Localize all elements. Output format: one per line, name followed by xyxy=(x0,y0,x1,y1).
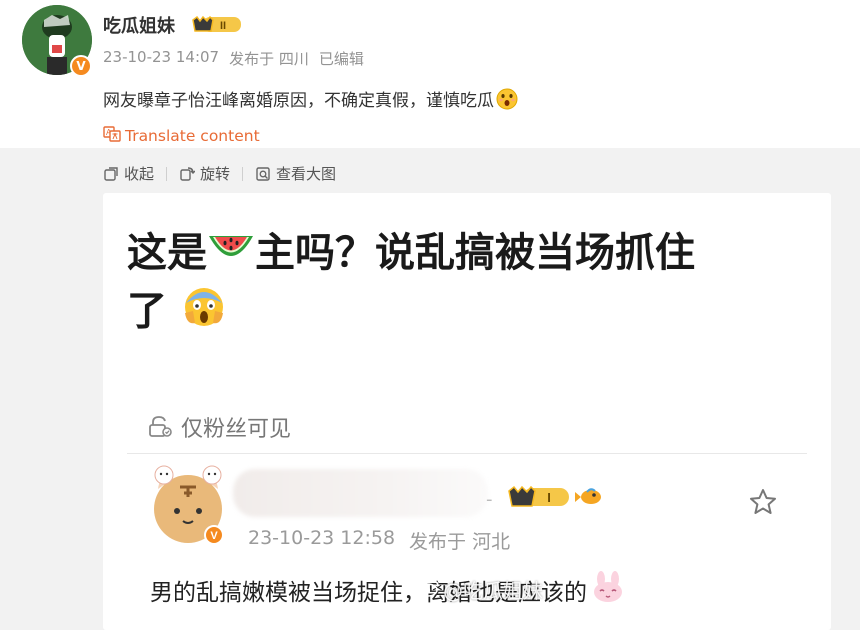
bunny-emoji-icon xyxy=(591,571,625,609)
view-large-label[interactable]: 查看大图 xyxy=(276,163,336,184)
translate-link[interactable]: A Translate content xyxy=(103,125,260,147)
post-image[interactable]: 这是 主吗？说乱搞被当场抓住 了 仅粉丝可见 V - I 23-10-23 12… xyxy=(103,193,831,630)
post-timestamp[interactable]: 23-10-23 14:07 xyxy=(103,48,219,69)
translate-label[interactable]: Translate content xyxy=(125,127,260,145)
view-large-button[interactable]: 查看大图 xyxy=(255,163,336,184)
image-title: 这是 主吗？说乱搞被当场抓住 了 xyxy=(127,225,817,344)
commenter-badges: I xyxy=(505,483,605,511)
scream-emoji-icon xyxy=(181,283,227,344)
star-icon[interactable] xyxy=(748,487,778,517)
rotate-label[interactable]: 旋转 xyxy=(200,163,230,184)
collapse-icon xyxy=(104,166,118,181)
lock-icon xyxy=(149,416,172,437)
comment-text: 男的乱搞嫩模被当场捉住，离婚也是应该的 xyxy=(150,571,625,609)
author-name[interactable]: 吃瓜姐妹 xyxy=(103,12,175,38)
toolbar-divider xyxy=(242,166,244,181)
image-title-part1: 这是 xyxy=(127,230,207,276)
post-location: 发布于 四川 xyxy=(229,50,309,68)
collapse-button[interactable]: 收起 xyxy=(103,163,154,184)
post-header: V 吃瓜姐妹 II 23-10-23 14:07 发布于 四川 已编辑 网友曝章… xyxy=(0,0,860,148)
media-toolbar: 收起 旋转 查看大图 xyxy=(103,163,336,184)
toolbar-divider xyxy=(166,166,168,181)
comment-timestamp: 23-10-23 12:58 xyxy=(248,527,396,549)
commenter-name-tail: - xyxy=(486,489,493,510)
surprised-emoji-icon xyxy=(496,88,518,110)
image-watermark: @吃瓜姐妹 xyxy=(418,575,543,604)
commenter-avatar: V xyxy=(150,465,226,545)
zoom-icon xyxy=(256,166,270,181)
image-title-part3: 了 xyxy=(127,288,167,335)
watermark-text: @吃瓜姐妹 xyxy=(443,579,543,603)
level-badge-icon: II xyxy=(191,14,243,34)
fans-only-text: 仅粉丝可见 xyxy=(181,417,292,442)
post-text: 网友曝章子怡汪峰离婚原因，不确定真假，谨慎吃瓜 xyxy=(103,86,518,111)
media-panel: 收起 旋转 查看大图 这是 主吗？说乱搞被当场抓住 了 仅粉丝可见 V - I … xyxy=(0,148,860,630)
translate-icon: A xyxy=(103,125,121,147)
post-meta: 23-10-23 14:07 发布于 四川 已编辑 xyxy=(103,48,364,69)
fans-only-label: 仅粉丝可见 xyxy=(147,411,291,443)
watermelon-emoji-icon xyxy=(207,227,255,283)
rotate-icon xyxy=(180,166,196,181)
image-title-part2: 主吗？说乱搞被当场抓住 xyxy=(255,230,695,276)
weibo-logo-icon xyxy=(418,578,440,602)
post-edited-label: 已编辑 xyxy=(318,50,364,68)
rotate-button[interactable]: 旋转 xyxy=(179,163,230,184)
post-text-content: 网友曝章子怡汪峰离婚原因，不确定真假，谨慎吃瓜 xyxy=(103,91,494,111)
comment-location: 发布于 河北 xyxy=(409,531,511,553)
level-badge-text: II xyxy=(220,20,226,32)
commenter-verified-badge: V xyxy=(210,530,218,542)
commenter-level-text: I xyxy=(547,490,551,505)
comment-divider xyxy=(127,453,807,454)
verified-badge: V xyxy=(70,55,92,77)
comment-meta: 23-10-23 12:58 发布于 河北 xyxy=(248,527,510,554)
commenter-name-redacted xyxy=(233,469,488,517)
collapse-label[interactable]: 收起 xyxy=(124,163,154,184)
